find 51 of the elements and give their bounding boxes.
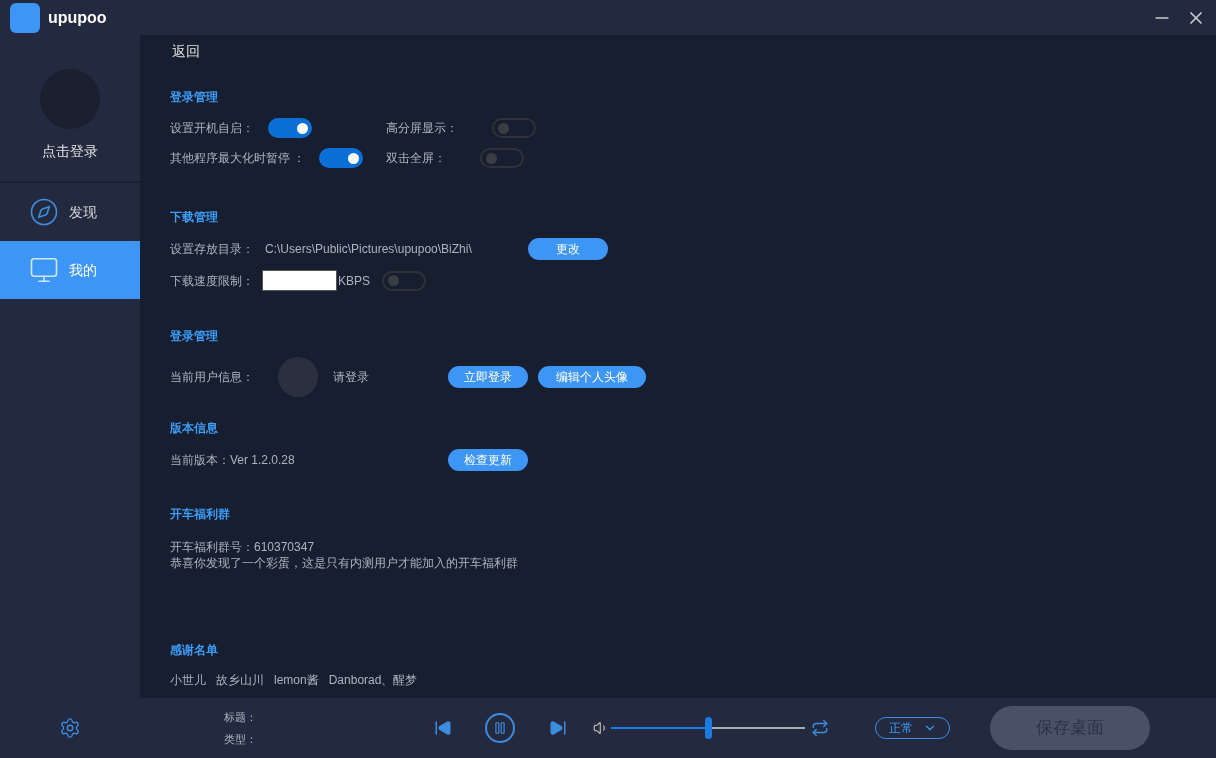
login-link[interactable]: 点击登录 — [42, 141, 98, 162]
previous-icon[interactable] — [434, 719, 452, 737]
back-link[interactable]: 返回 — [140, 35, 200, 62]
compass-icon — [29, 197, 59, 227]
nav-item[interactable]: 发现 — [0, 183, 140, 241]
credit-name: Danborad、醒梦 — [328, 672, 418, 689]
toggle-switch[interactable] — [480, 148, 524, 168]
nav-item[interactable]: 我的 — [0, 241, 140, 299]
toggle-switch[interactable] — [382, 270, 426, 291]
unit-label: KBPS — [338, 272, 370, 290]
action-button[interactable]: 立即登录 — [448, 366, 528, 388]
setting-label: 设置开机自启： — [170, 120, 254, 137]
action-button[interactable]: 编辑个人头像 — [538, 366, 646, 388]
action-button[interactable]: 更改 — [528, 238, 608, 260]
speed-input-field[interactable] — [262, 270, 337, 291]
info-text: 开车福利群号：610370347 — [170, 539, 316, 555]
setting-label: 当前用户信息： — [170, 369, 255, 386]
next-icon[interactable] — [549, 719, 567, 737]
setting-label: 双击全屏： — [386, 150, 446, 167]
volume-slider[interactable] — [611, 717, 805, 739]
folder-path: C:\Users\Public\Pictures\upupoo\BiZhi\ — [265, 241, 473, 258]
section-title: 下载管理 — [170, 209, 219, 226]
track-title-label: 标题： — [224, 709, 258, 725]
section-title: 开车福利群 — [170, 506, 231, 523]
setting-label: 其他程序最大化时暂停 ： — [170, 150, 306, 167]
slider-thumb[interactable] — [705, 717, 712, 739]
action-button[interactable]: 检查更新 — [448, 449, 528, 471]
setting-label: 下载速度限制： — [170, 272, 255, 290]
section-title: 登录管理 — [170, 89, 219, 106]
toggle-switch[interactable] — [319, 148, 364, 168]
setting-label: 高分屏显示： — [386, 120, 458, 137]
pause-icon — [493, 721, 507, 735]
version-text: 当前版本：Ver 1.2.0.28 — [170, 452, 296, 469]
credit-name: 故乡山川 — [216, 672, 264, 689]
login-status: 请登录 — [333, 369, 370, 386]
credit-name: 小世儿 — [170, 672, 206, 689]
app-logo-text: upupoo — [48, 7, 107, 28]
repeat-icon[interactable] — [811, 719, 829, 737]
toggle-switch[interactable] — [268, 118, 312, 138]
section-title: 版本信息 — [170, 420, 219, 437]
play-pause-button[interactable] — [485, 713, 515, 743]
toggle-switch[interactable] — [492, 118, 536, 138]
setting-label: 设置存放目录： — [170, 241, 255, 258]
logo-icon — [10, 2, 40, 33]
monitor-icon — [29, 255, 59, 285]
track-type-label: 类型： — [224, 732, 258, 747]
section-title: 感谢名单 — [170, 642, 219, 659]
section-title: 登录管理 — [170, 328, 219, 345]
settings-icon[interactable] — [59, 717, 81, 739]
credit-name: lemon酱 — [274, 672, 319, 689]
info-text: 恭喜你发现了一个彩蛋，这是只有内测用户才能加入的开车福利群 — [170, 555, 519, 571]
